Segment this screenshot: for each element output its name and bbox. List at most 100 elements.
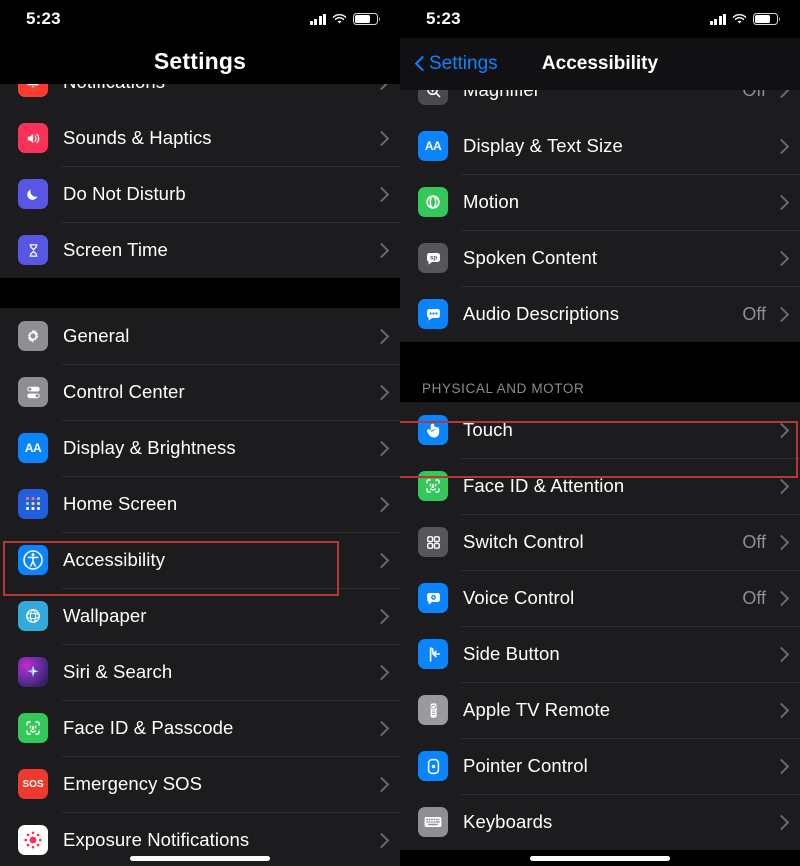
settings-row-label: Emergency SOS — [63, 773, 203, 794]
accessibility-row-label: Motion — [463, 191, 520, 212]
settings-row-do-not-disturb[interactable]: Do Not Disturb — [0, 166, 400, 222]
magnifier-icon — [418, 90, 448, 105]
home-screen-grid-icon — [18, 489, 48, 519]
svg-text:sp: sp — [429, 255, 436, 261]
settings-navbar: Settings — [0, 38, 400, 84]
accessibility-navbar: Settings Accessibility — [400, 38, 800, 90]
accessibility-row-side-button[interactable]: Side Button — [400, 626, 800, 682]
accessibility-row-display-text-size[interactable]: AA Display & Text Size — [400, 118, 800, 174]
chevron-right-icon — [776, 646, 786, 663]
settings-row-display-brightness[interactable]: AA Display & Brightness — [0, 420, 400, 476]
chevron-right-icon — [376, 384, 386, 401]
status-indicators — [309, 13, 381, 25]
settings-row-emergency-sos[interactable]: SOS Emergency SOS — [0, 756, 400, 812]
settings-row-label: Siri & Search — [63, 661, 173, 682]
settings-scroll-area[interactable]: Notifications Sounds & Haptics — [0, 84, 400, 866]
siri-icon — [18, 657, 48, 687]
settings-row-sounds-haptics[interactable]: Sounds & Haptics — [0, 110, 400, 166]
voice-control-icon — [418, 583, 448, 613]
accessibility-row-pointer-control[interactable]: Pointer Control — [400, 738, 800, 794]
status-bar-right: 5:23 — [400, 0, 800, 38]
status-indicators — [709, 13, 781, 25]
hourglass-icon — [18, 235, 48, 265]
clipped-row-container: Magnifier Off — [400, 90, 800, 118]
switch-control-icon — [418, 527, 448, 557]
accessibility-row-label: Pointer Control — [463, 755, 588, 776]
chevron-right-icon — [776, 590, 786, 607]
chevron-right-icon — [776, 702, 786, 719]
chevron-right-icon — [376, 242, 386, 259]
chevron-right-icon — [776, 138, 786, 155]
touch-hand-icon — [418, 415, 448, 445]
chevron-right-icon — [376, 130, 386, 147]
accessibility-row-face-id-attention[interactable]: Face ID & Attention — [400, 458, 800, 514]
accessibility-row-magnifier[interactable]: Magnifier Off — [400, 90, 800, 118]
text-size-icon: AA — [18, 433, 48, 463]
settings-row-label: Sounds & Haptics — [63, 127, 212, 148]
settings-row-control-center[interactable]: Control Center — [0, 364, 400, 420]
accessibility-row-apple-tv-remote[interactable]: Apple TV Remote — [400, 682, 800, 738]
cellular-bars-icon — [709, 13, 726, 25]
settings-row-home-screen[interactable]: Home Screen — [0, 476, 400, 532]
settings-row-wallpaper[interactable]: Wallpaper — [0, 588, 400, 644]
accessibility-row-label: Switch Control — [463, 531, 584, 552]
settings-row-accessibility[interactable]: Accessibility — [0, 532, 400, 588]
battery-icon — [753, 13, 781, 25]
accessibility-row-audio-descriptions[interactable]: Audio Descriptions Off — [400, 286, 800, 342]
chevron-right-icon — [376, 664, 386, 681]
settings-group-2: General Control Center AA Display & Brig… — [0, 308, 400, 866]
settings-row-screen-time[interactable]: Screen Time — [0, 222, 400, 278]
accessibility-row-label: Audio Descriptions — [463, 303, 620, 324]
page-title: Settings — [153, 47, 247, 74]
chevron-right-icon — [776, 814, 786, 831]
toggles-icon — [18, 377, 48, 407]
side-button-icon — [418, 639, 448, 669]
left-phone-settings: 5:23 Settings Notifi — [0, 0, 400, 866]
chevron-right-icon — [376, 186, 386, 203]
accessibility-group-physical-motor: Touch Face ID & Attention Switch Control… — [400, 402, 800, 850]
gear-icon — [18, 321, 48, 351]
settings-row-notifications[interactable]: Notifications — [0, 84, 400, 110]
accessibility-row-keyboards[interactable]: Keyboards — [400, 794, 800, 850]
chevron-right-icon — [776, 534, 786, 551]
settings-row-face-id-passcode[interactable]: Face ID & Passcode — [0, 700, 400, 756]
home-indicator — [130, 856, 270, 861]
chevron-left-icon — [414, 55, 425, 73]
settings-row-label: Control Center — [63, 381, 185, 402]
back-button-label: Settings — [429, 53, 498, 74]
settings-row-general[interactable]: General — [0, 308, 400, 364]
right-phone-accessibility: 5:23 Settings Accessibility AA Display &… — [400, 0, 800, 866]
chevron-right-icon — [776, 194, 786, 211]
chevron-right-icon — [776, 90, 786, 99]
exposure-notifications-icon — [18, 825, 48, 855]
accessibility-group-vision: AA Display & Text Size Motion sp Spoken … — [400, 118, 800, 342]
settings-row-label: Screen Time — [63, 239, 168, 260]
accessibility-row-touch[interactable]: Touch — [400, 402, 800, 458]
wifi-icon — [332, 13, 347, 24]
wifi-icon — [732, 13, 747, 24]
cellular-bars-icon — [309, 13, 326, 25]
settings-row-label: Accessibility — [63, 549, 166, 570]
accessibility-row-spoken-content[interactable]: sp Spoken Content — [400, 230, 800, 286]
section-gap — [0, 278, 400, 308]
accessibility-row-value: Off — [742, 531, 766, 552]
chevron-right-icon — [376, 84, 386, 91]
accessibility-row-value: Off — [742, 303, 766, 324]
dual-phone-screenshot: 5:23 Settings Notifi — [0, 0, 800, 866]
accessibility-row-voice-control[interactable]: Voice Control Off — [400, 570, 800, 626]
face-id-icon — [418, 471, 448, 501]
back-to-settings-button[interactable]: Settings — [414, 53, 498, 75]
chevron-right-icon — [376, 832, 386, 849]
accessibility-scroll-area[interactable]: Magnifier Off AA Display & Text Size Mot… — [400, 90, 800, 850]
chevron-right-icon — [776, 250, 786, 267]
text-size-icon: AA — [418, 131, 448, 161]
chevron-right-icon — [776, 306, 786, 323]
chevron-right-icon — [776, 478, 786, 495]
accessibility-row-motion[interactable]: Motion — [400, 174, 800, 230]
chevron-right-icon — [776, 758, 786, 775]
settings-row-siri-search[interactable]: Siri & Search — [0, 644, 400, 700]
chevron-right-icon — [376, 720, 386, 737]
clipped-row-container: Notifications — [0, 84, 400, 110]
audio-descriptions-icon — [418, 299, 448, 329]
accessibility-row-switch-control[interactable]: Switch Control Off — [400, 514, 800, 570]
